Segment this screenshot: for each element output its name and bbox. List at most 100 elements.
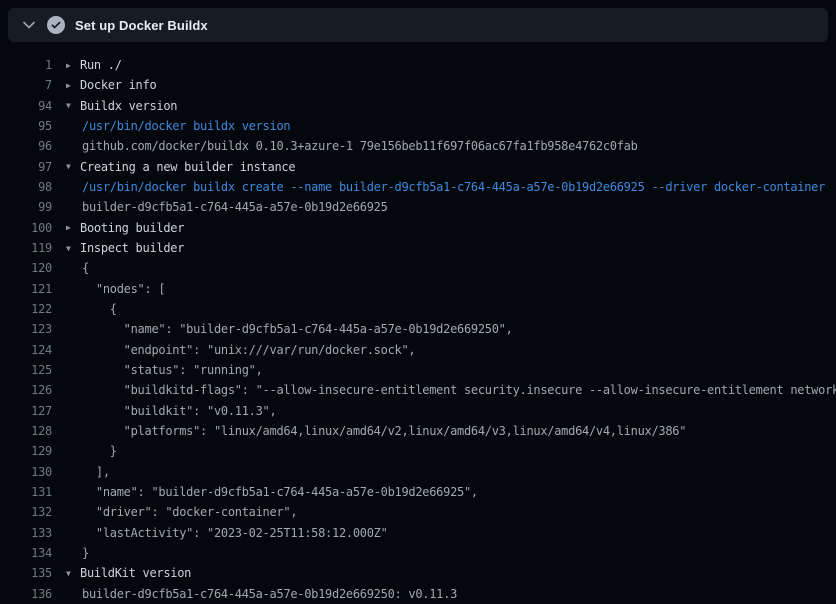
log-output-text: builder-d9cfb5a1-c764-445a-a57e-0b19d2e6… <box>52 200 836 214</box>
log-section-toggle[interactable]: ▼BuildKit version <box>52 566 836 580</box>
log-line: 136builder-d9cfb5a1-c764-445a-a57e-0b19d… <box>0 584 836 604</box>
line-number[interactable]: 97 <box>0 160 52 174</box>
line-number[interactable]: 1 <box>0 58 52 72</box>
log-line: 95/usr/bin/docker buildx version <box>0 116 836 136</box>
log-line: 122 { <box>0 299 836 319</box>
triangle-expanded-icon[interactable]: ▼ <box>66 569 80 578</box>
log-section-label: BuildKit version <box>80 566 191 580</box>
log-section-toggle[interactable]: ▶Booting builder <box>52 221 836 235</box>
log-section-label: Buildx version <box>80 99 177 113</box>
log-line: 124 "endpoint": "unix:///var/run/docker.… <box>0 340 836 360</box>
log-output-text: builder-d9cfb5a1-c764-445a-a57e-0b19d2e6… <box>52 587 836 601</box>
triangle-collapsed-icon[interactable]: ▶ <box>66 81 80 90</box>
log-output-text: "status": "running", <box>52 363 836 377</box>
log-output-text: ], <box>52 465 836 479</box>
log-line: 98/usr/bin/docker buildx create --name b… <box>0 177 836 197</box>
log-line: 131 "name": "builder-d9cfb5a1-c764-445a-… <box>0 482 836 502</box>
line-number[interactable]: 96 <box>0 139 52 153</box>
log-section-label: Run ./ <box>80 58 122 72</box>
log-line: 96github.com/docker/buildx 0.10.3+azure-… <box>0 136 836 156</box>
log-command-text: /usr/bin/docker buildx version <box>52 119 836 133</box>
log-output-text: "nodes": [ <box>52 282 836 296</box>
log-output-text: } <box>52 444 836 458</box>
log-section-toggle[interactable]: ▶Run ./ <box>52 58 836 72</box>
log-section-label: Docker info <box>80 78 156 92</box>
log-output-text: "lastActivity": "2023-02-25T11:58:12.000… <box>52 526 836 540</box>
log-line: 97▼Creating a new builder instance <box>0 157 836 177</box>
line-number[interactable]: 132 <box>0 505 52 519</box>
log-line: 7▶Docker info <box>0 75 836 95</box>
log-line: 1▶Run ./ <box>0 55 836 75</box>
line-number[interactable]: 99 <box>0 200 52 214</box>
log-line: 99builder-d9cfb5a1-c764-445a-a57e-0b19d2… <box>0 197 836 217</box>
step-header[interactable]: Set up Docker Buildx <box>8 8 828 42</box>
log-output-text: { <box>52 302 836 316</box>
line-number[interactable]: 125 <box>0 363 52 377</box>
line-number[interactable]: 136 <box>0 587 52 601</box>
line-number[interactable]: 123 <box>0 322 52 336</box>
log-line: 128 "platforms": "linux/amd64,linux/amd6… <box>0 421 836 441</box>
line-number[interactable]: 121 <box>0 282 52 296</box>
triangle-collapsed-icon[interactable]: ▶ <box>66 61 80 70</box>
log-command-text: /usr/bin/docker buildx create --name bui… <box>52 180 836 194</box>
line-number[interactable]: 124 <box>0 343 52 357</box>
line-number[interactable]: 95 <box>0 119 52 133</box>
log-line: 120{ <box>0 258 836 278</box>
line-number[interactable]: 7 <box>0 78 52 92</box>
log-output-text: "driver": "docker-container", <box>52 505 836 519</box>
triangle-expanded-icon[interactable]: ▼ <box>66 244 80 253</box>
log-output-text: "name": "builder-d9cfb5a1-c764-445a-a57e… <box>52 322 836 336</box>
triangle-expanded-icon[interactable]: ▼ <box>66 162 80 171</box>
triangle-expanded-icon[interactable]: ▼ <box>66 101 80 110</box>
log-section-toggle[interactable]: ▶Docker info <box>52 78 836 92</box>
log-output-text: { <box>52 261 836 275</box>
log-line: 127 "buildkit": "v0.11.3", <box>0 401 836 421</box>
line-number[interactable]: 130 <box>0 465 52 479</box>
line-number[interactable]: 133 <box>0 526 52 540</box>
triangle-collapsed-icon[interactable]: ▶ <box>66 223 80 232</box>
log-line: 121 "nodes": [ <box>0 279 836 299</box>
log-viewer: 1▶Run ./7▶Docker info94▼Buildx version95… <box>0 55 836 604</box>
log-section-toggle[interactable]: ▼Creating a new builder instance <box>52 160 836 174</box>
line-number[interactable]: 119 <box>0 241 52 255</box>
log-line: 130 ], <box>0 462 836 482</box>
log-output-text: "platforms": "linux/amd64,linux/amd64/v2… <box>52 424 836 438</box>
log-section-toggle[interactable]: ▼Buildx version <box>52 99 836 113</box>
line-number[interactable]: 94 <box>0 99 52 113</box>
log-line: 129 } <box>0 441 836 461</box>
line-number[interactable]: 127 <box>0 404 52 418</box>
line-number[interactable]: 120 <box>0 261 52 275</box>
log-line: 134} <box>0 543 836 563</box>
log-line: 132 "driver": "docker-container", <box>0 502 836 522</box>
line-number[interactable]: 126 <box>0 383 52 397</box>
log-line: 94▼Buildx version <box>0 96 836 116</box>
step-title: Set up Docker Buildx <box>75 18 208 33</box>
log-line: 123 "name": "builder-d9cfb5a1-c764-445a-… <box>0 319 836 339</box>
log-output-text: "buildkit": "v0.11.3", <box>52 404 836 418</box>
log-line: 133 "lastActivity": "2023-02-25T11:58:12… <box>0 523 836 543</box>
log-output-text: } <box>52 546 836 560</box>
log-line: 126 "buildkitd-flags": "--allow-insecure… <box>0 380 836 400</box>
line-number[interactable]: 122 <box>0 302 52 316</box>
log-output-text: "endpoint": "unix:///var/run/docker.sock… <box>52 343 836 357</box>
chevron-down-icon[interactable] <box>21 17 37 33</box>
check-circle-icon <box>47 16 65 34</box>
line-number[interactable]: 100 <box>0 221 52 235</box>
line-number[interactable]: 135 <box>0 566 52 580</box>
log-line: 119▼Inspect builder <box>0 238 836 258</box>
line-number[interactable]: 131 <box>0 485 52 499</box>
log-line: 100▶Booting builder <box>0 218 836 238</box>
log-section-toggle[interactable]: ▼Inspect builder <box>52 241 836 255</box>
line-number[interactable]: 98 <box>0 180 52 194</box>
log-section-label: Booting builder <box>80 221 184 235</box>
log-output-text: "buildkitd-flags": "--allow-insecure-ent… <box>52 383 836 397</box>
log-line: 125 "status": "running", <box>0 360 836 380</box>
line-number[interactable]: 129 <box>0 444 52 458</box>
line-number[interactable]: 128 <box>0 424 52 438</box>
line-number[interactable]: 134 <box>0 546 52 560</box>
log-line: 135▼BuildKit version <box>0 563 836 583</box>
log-section-label: Creating a new builder instance <box>80 160 295 174</box>
log-output-text: github.com/docker/buildx 0.10.3+azure-1 … <box>52 139 836 153</box>
log-section-label: Inspect builder <box>80 241 184 255</box>
log-output-text: "name": "builder-d9cfb5a1-c764-445a-a57e… <box>52 485 836 499</box>
